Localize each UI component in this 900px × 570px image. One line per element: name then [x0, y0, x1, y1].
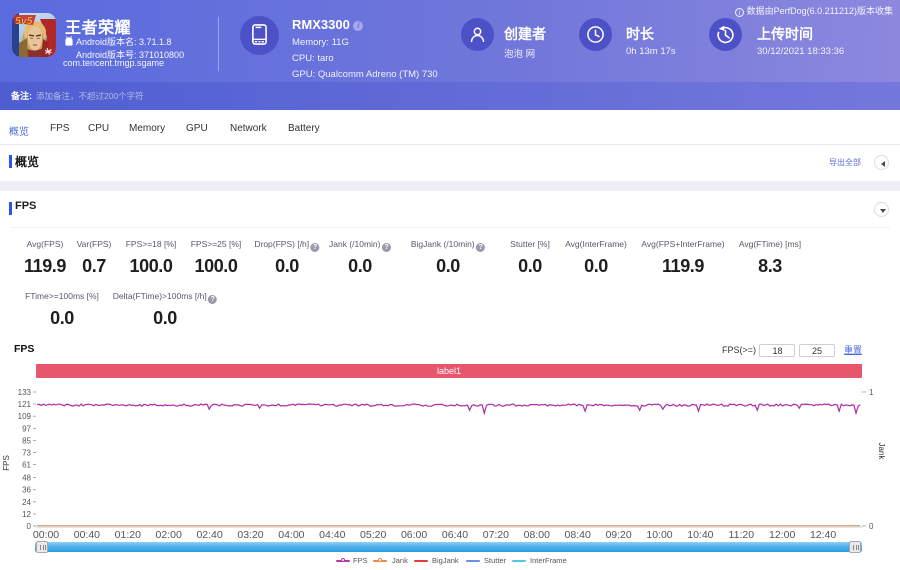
svg-text:36: 36 [22, 486, 31, 495]
svg-text:03:20: 03:20 [237, 529, 263, 541]
svg-text:5v5: 5v5 [15, 15, 33, 27]
svg-text:08:00: 08:00 [524, 529, 550, 541]
svg-text:04:00: 04:00 [278, 529, 304, 541]
svg-text:1: 1 [869, 388, 874, 397]
svg-text:0: 0 [869, 522, 874, 531]
svg-text:73: 73 [22, 449, 31, 458]
svg-text:121: 121 [18, 400, 32, 409]
svg-text:FPS: FPS [2, 455, 11, 471]
svg-text:109: 109 [18, 412, 32, 421]
svg-text:12: 12 [22, 510, 31, 519]
svg-text:85: 85 [22, 436, 31, 445]
svg-text:12:40: 12:40 [810, 529, 836, 541]
svg-text:02:00: 02:00 [156, 529, 182, 541]
svg-text:133: 133 [18, 388, 32, 397]
svg-text:10:40: 10:40 [687, 529, 713, 541]
svg-text:06:00: 06:00 [401, 529, 427, 541]
svg-text:12:00: 12:00 [769, 529, 795, 541]
svg-text:Jank: Jank [877, 443, 886, 461]
svg-text:01:20: 01:20 [115, 529, 141, 541]
svg-text:06:40: 06:40 [442, 529, 468, 541]
svg-text:0: 0 [27, 522, 32, 531]
svg-text:05:20: 05:20 [360, 529, 386, 541]
svg-text:97: 97 [22, 424, 31, 433]
svg-text:04:40: 04:40 [319, 529, 345, 541]
svg-text:24: 24 [22, 498, 31, 507]
svg-text:02:40: 02:40 [196, 529, 222, 541]
svg-text:61: 61 [22, 461, 31, 470]
svg-text:48: 48 [22, 474, 31, 483]
svg-text:11:20: 11:20 [729, 529, 755, 541]
svg-text:08:40: 08:40 [565, 529, 591, 541]
svg-text:09:20: 09:20 [605, 529, 631, 541]
svg-text:10:00: 10:00 [646, 529, 672, 541]
svg-text:00:40: 00:40 [74, 529, 100, 541]
svg-text:07:20: 07:20 [483, 529, 509, 541]
svg-text:00:00: 00:00 [33, 529, 59, 541]
